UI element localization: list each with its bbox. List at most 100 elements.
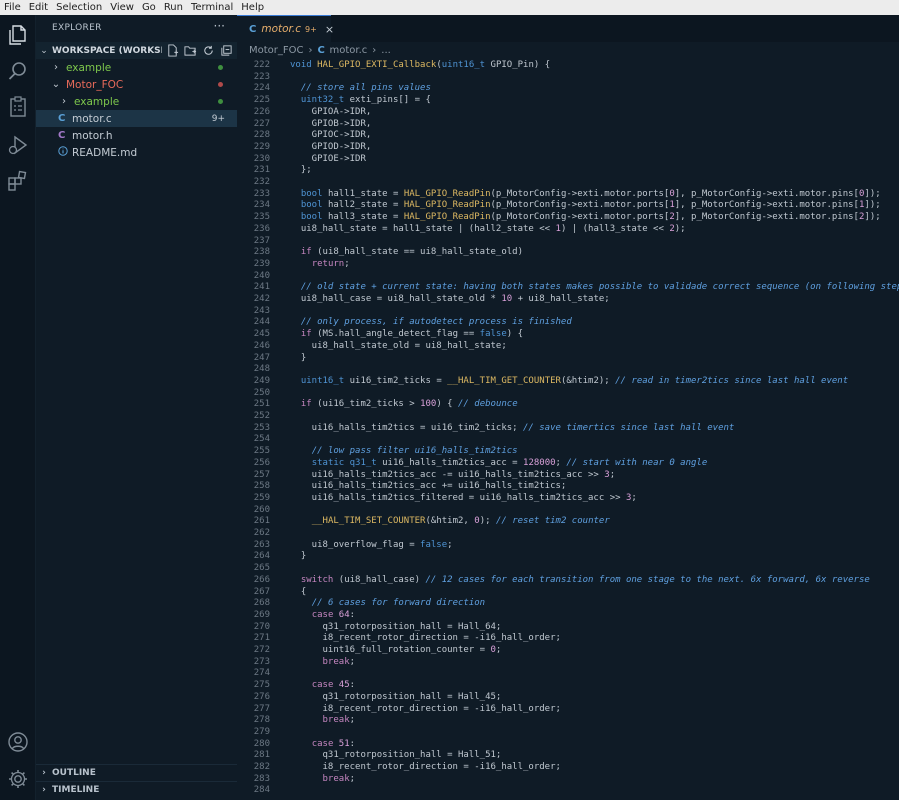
code-line[interactable]: 260 [237,505,899,517]
code-line[interactable]: 246 ui8_hall_state_old = ui8_hall_state; [237,341,899,353]
code-line[interactable]: 234 bool hall2_state = HAL_GPIO_ReadPin(… [237,200,899,212]
code-line[interactable]: 227 GPIOB->IDR, [237,119,899,131]
code-line[interactable]: 247 } [237,353,899,365]
code-line[interactable]: 231 }; [237,165,899,177]
settings-gear-icon[interactable] [6,767,30,791]
code-line[interactable]: 271 i8_recent_rotor_direction = -i16_hal… [237,633,899,645]
code-line[interactable]: 250 [237,388,899,400]
code-line[interactable]: 233 bool hall1_state = HAL_GPIO_ReadPin(… [237,189,899,201]
new-file-icon[interactable] [166,43,180,58]
code-line[interactable]: 279 [237,727,899,739]
code-line[interactable]: 237 [237,236,899,248]
code-line[interactable]: 261 __HAL_TIM_SET_COUNTER(&htim2, 0); //… [237,516,899,528]
new-folder-icon[interactable] [184,44,198,58]
tree-item[interactable]: › example [36,59,237,76]
code-line[interactable]: 258 ui16_halls_tim2tics_acc += ui16_hall… [237,481,899,493]
code-line[interactable]: 268 // 6 cases for forward direction [237,598,899,610]
code-line[interactable]: 230 GPIOE->IDR [237,154,899,166]
code-line[interactable]: 284 [237,785,899,797]
code-line[interactable]: 264 } [237,551,899,563]
menu-edit[interactable]: Edit [25,0,52,15]
breadcrumb-file[interactable]: motor.c [330,45,368,56]
code-line[interactable]: 226 GPIOA->IDR, [237,107,899,119]
code-line[interactable]: 270 q31_rotorposition_hall = Hall_64; [237,622,899,634]
tree-item[interactable]: Cmotor.c 9+ [36,110,237,127]
menu-file[interactable]: File [0,0,25,15]
code-line[interactable]: 254 [237,434,899,446]
code-line[interactable]: 269 case 64: [237,610,899,622]
account-icon[interactable] [6,730,30,754]
menu-run[interactable]: Run [160,0,187,15]
tab-motor-c[interactable]: C motor.c 9+ × [237,15,334,42]
close-icon[interactable]: × [325,23,334,36]
menu-terminal[interactable]: Terminal [187,0,237,15]
code-line[interactable]: 222 void HAL_GPIO_EXTI_Callback(uint16_t … [237,60,899,72]
timeline-section[interactable]: › TIMELINE [36,781,237,798]
code-line[interactable]: 228 GPIOC->IDR, [237,130,899,142]
code-line[interactable]: 241 // old state + current state: having… [237,282,899,294]
code-line[interactable]: 225 uint32_t exti_pins[] = { [237,95,899,107]
code-line[interactable]: 244 // only process, if autodetect proce… [237,317,899,329]
code-line[interactable]: 245 if (MS.hall_angle_detect_flag == fal… [237,329,899,341]
run-debug-icon[interactable] [6,133,30,157]
code-line[interactable]: 239 return; [237,259,899,271]
breadcrumb-more[interactable]: ... [381,45,391,56]
code-line[interactable]: 273 break; [237,657,899,669]
code-line[interactable]: 283 break; [237,774,899,786]
code-line[interactable]: 262 [237,528,899,540]
explorer-icon[interactable] [6,23,30,47]
menu-view[interactable]: View [106,0,138,15]
tree-item[interactable]: › example [36,93,237,110]
code-line[interactable]: 253 ui16_halls_tim2tics = ui16_tim2_tick… [237,423,899,435]
code-line[interactable]: 238 if (ui8_hall_state == ui8_hall_state… [237,247,899,259]
menu-selection[interactable]: Selection [52,0,106,15]
code-line[interactable]: 248 [237,364,899,376]
code-line[interactable]: 263 ui8_overflow_flag = false; [237,540,899,552]
code-line[interactable]: 242 ui8_hall_case = ui8_hall_state_old *… [237,294,899,306]
code-line[interactable]: 275 case 45: [237,680,899,692]
code-line[interactable]: 256 static q31_t ui16_halls_tim2tics_acc… [237,458,899,470]
refresh-icon[interactable] [202,44,216,58]
code-line[interactable]: 278 break; [237,715,899,727]
code-editor[interactable]: 222 void HAL_GPIO_EXTI_Callback(uint16_t … [237,60,899,800]
menu-go[interactable]: Go [138,0,160,15]
code-line[interactable]: 280 case 51: [237,739,899,751]
source-control-icon[interactable] [6,95,30,119]
code-line[interactable]: 223 [237,72,899,84]
workspace-header[interactable]: ⌄ WORKSPACE (WORKSP... [36,42,237,59]
code-line[interactable]: 252 [237,411,899,423]
extensions-icon[interactable] [6,169,30,193]
code-line[interactable]: 251 if (ui16_tim2_ticks > 100) { // debo… [237,399,899,411]
code-line[interactable]: 249 uint16_t ui16_tim2_ticks = __HAL_TIM… [237,376,899,388]
code-line[interactable]: 265 [237,563,899,575]
code-line[interactable]: 276 q31_rotorposition_hall = Hall_45; [237,692,899,704]
tree-item[interactable]: Cmotor.h [36,127,237,144]
tree-item[interactable]: ⌄ Motor_FOC [36,76,237,93]
collapse-all-icon[interactable] [220,44,234,58]
code-line[interactable]: 274 [237,668,899,680]
code-line[interactable]: 282 i8_recent_rotor_direction = -i16_hal… [237,762,899,774]
code-line[interactable]: 235 bool hall3_state = HAL_GPIO_ReadPin(… [237,212,899,224]
code-line[interactable]: 236 ui8_hall_state = hall1_state | (hall… [237,224,899,236]
line-number: 267 [253,586,270,597]
code-line[interactable]: 281 q31_rotorposition_hall = Hall_51; [237,750,899,762]
code-line[interactable]: 259 ui16_halls_tim2tics_filtered = ui16_… [237,493,899,505]
code-line[interactable]: 224 // store all pins values [237,83,899,95]
code-line[interactable]: 240 [237,271,899,283]
outline-section[interactable]: › OUTLINE [36,764,237,781]
menu-help[interactable]: Help [237,0,268,15]
code-line[interactable]: 257 ui16_halls_tim2tics_acc -= ui16_hall… [237,470,899,482]
breadcrumb-folder[interactable]: Motor_FOC [249,45,304,56]
code-line[interactable]: 277 i8_recent_rotor_direction = -i16_hal… [237,704,899,716]
code-line[interactable]: 266 switch (ui8_hall_case) // 12 cases f… [237,575,899,587]
code-line[interactable]: 255 // low pass filter ui16_halls_tim2ti… [237,446,899,458]
code-line[interactable]: 267 { [237,587,899,599]
more-actions-icon[interactable]: ··· [214,19,225,33]
code-line[interactable]: 272 uint16_full_rotation_counter = 0; [237,645,899,657]
tree-item[interactable]: README.md [36,144,237,161]
code-line[interactable]: 232 [237,177,899,189]
search-icon[interactable] [6,59,30,83]
code-line[interactable]: 243 [237,306,899,318]
code-line[interactable]: 229 GPIOD->IDR, [237,142,899,154]
status-dot [218,65,223,70]
